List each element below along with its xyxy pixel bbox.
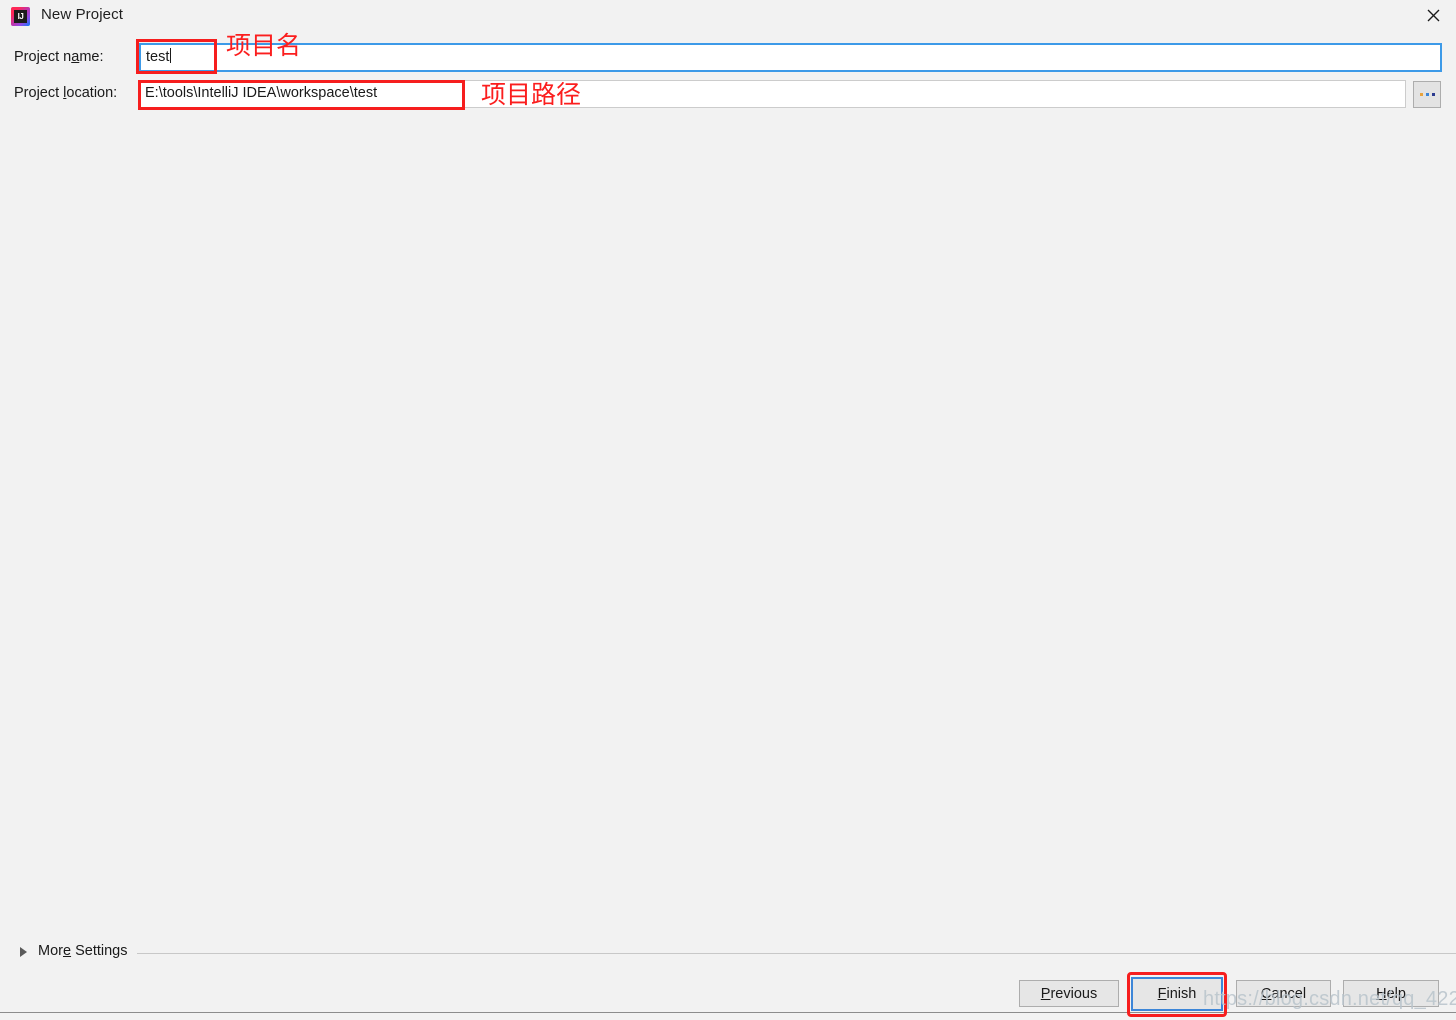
chevron-right-icon[interactable] bbox=[20, 947, 27, 957]
text-caret bbox=[170, 48, 172, 63]
close-icon[interactable] bbox=[1410, 0, 1456, 31]
finish-button[interactable]: Finish bbox=[1131, 977, 1223, 1011]
project-name-value: test bbox=[146, 49, 170, 65]
footer-divider bbox=[0, 1012, 1456, 1013]
ellipsis-dot-1 bbox=[1419, 93, 1423, 96]
app-icon-letters: IJ bbox=[17, 11, 24, 21]
title-bar: IJ New Project bbox=[0, 0, 1456, 32]
window-title: New Project bbox=[41, 6, 123, 23]
help-button[interactable]: Help bbox=[1343, 980, 1439, 1007]
project-name-input[interactable]: test bbox=[139, 43, 1442, 72]
browse-folder-button[interactable] bbox=[1413, 81, 1441, 108]
previous-button[interactable]: Previous bbox=[1019, 980, 1119, 1007]
more-settings-label[interactable]: More Settings bbox=[38, 943, 127, 959]
project-location-label: Project location: bbox=[14, 85, 118, 101]
cancel-button[interactable]: Cancel bbox=[1236, 980, 1331, 1007]
project-location-input[interactable]: E:\tools\IntelliJ IDEA\workspace\test bbox=[139, 80, 1406, 108]
project-name-label: Project name: bbox=[14, 49, 104, 65]
more-settings-divider bbox=[137, 953, 1456, 954]
more-settings-section[interactable]: More Settings bbox=[0, 943, 1456, 967]
intellij-idea-icon: IJ bbox=[11, 7, 30, 26]
project-location-value: E:\tools\IntelliJ IDEA\workspace\test bbox=[145, 85, 378, 101]
ellipsis-dot-2 bbox=[1425, 93, 1429, 96]
ellipsis-dot-3 bbox=[1431, 93, 1435, 96]
